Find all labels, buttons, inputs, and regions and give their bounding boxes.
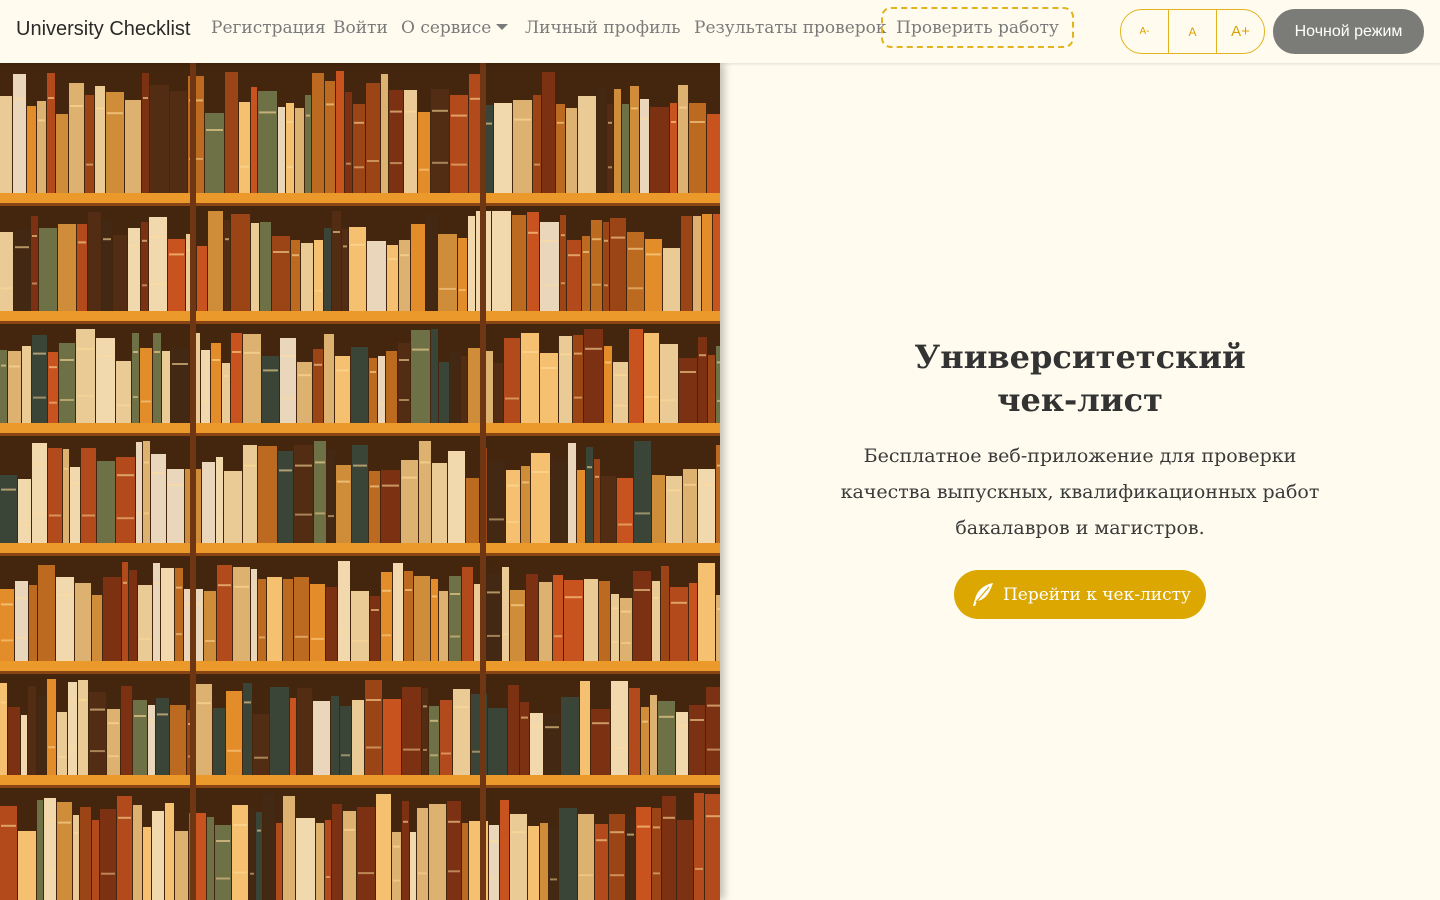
nav-results[interactable]: Результаты проверок <box>694 18 887 38</box>
hero-title: Университетский чек-лист <box>880 336 1280 422</box>
brand-logo[interactable]: University Checklist <box>16 18 190 41</box>
font-size-group: A- A A+ <box>1120 9 1265 54</box>
caret-down-icon <box>496 24 509 30</box>
font-normal-button[interactable]: A <box>1169 10 1217 53</box>
hero-description-line2: качества выпускных, квалификационных раб… <box>840 481 1320 503</box>
bookshelf-illustration <box>0 63 720 900</box>
font-increase-button[interactable]: A+ <box>1217 10 1264 53</box>
hero-title-line2: чек-лист <box>997 381 1163 419</box>
navbar: University Checklist Регистрация Войти О… <box>0 0 1440 63</box>
night-mode-button[interactable]: Ночной режим <box>1273 9 1424 54</box>
nav-about-dropdown[interactable]: О сервисе <box>401 18 509 38</box>
go-to-checklist-label: Перейти к чек-листу <box>1002 584 1192 605</box>
nav-register[interactable]: Регистрация <box>211 18 326 38</box>
nav-login[interactable]: Войти <box>333 18 388 38</box>
go-to-checklist-button[interactable]: Перейти к чек-листу <box>954 570 1206 619</box>
check-work-button[interactable]: Проверить работу <box>881 7 1074 48</box>
hero-description-line1: Бесплатное веб-приложение для проверки <box>863 445 1297 467</box>
font-decrease-button[interactable]: A- <box>1121 10 1169 53</box>
nav-profile[interactable]: Личный профиль <box>525 18 681 38</box>
feather-icon <box>972 582 993 606</box>
hero-description: Бесплатное веб-приложение для проверки к… <box>830 438 1330 546</box>
nav-about-label: О сервисе <box>401 18 492 38</box>
hero-title-line1: Университетский <box>914 338 1246 376</box>
hero-description-line3: бакалавров и магистров. <box>955 517 1205 539</box>
bookshelf-photo <box>0 63 720 900</box>
